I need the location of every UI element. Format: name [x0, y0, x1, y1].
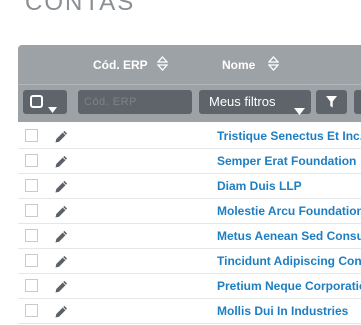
row-checkbox[interactable]: [25, 229, 38, 242]
chevron-down-icon: [48, 100, 57, 118]
table-row: Tristique Senectus Et Inc.: [18, 124, 361, 149]
sort-icon[interactable]: [268, 56, 279, 71]
row-checkbox[interactable]: [25, 254, 38, 267]
erp-filter-input[interactable]: Cód. ERP: [78, 90, 192, 114]
filter-button[interactable]: [316, 90, 347, 114]
account-name-link[interactable]: Tincidunt Adipiscing Consu: [217, 254, 361, 268]
table-row: Mollis Dui In Industries: [18, 299, 361, 324]
funnel-icon: [326, 96, 337, 108]
row-checkbox[interactable]: [25, 154, 38, 167]
table-row: Pretium Neque Corporation: [18, 274, 361, 299]
table-row: Molestie Arcu Foundation: [18, 199, 361, 224]
chevron-down-icon: [294, 99, 305, 123]
pencil-icon[interactable]: [55, 205, 68, 223]
table-row: Metus Aenean Sed Consult: [18, 224, 361, 249]
meus-filtros-label: Meus filtros: [209, 94, 276, 109]
pencil-icon[interactable]: [55, 180, 68, 198]
account-name-link[interactable]: Metus Aenean Sed Consult: [217, 229, 361, 243]
pencil-icon[interactable]: [55, 255, 68, 273]
grid-header: Cód. ERP Nome: [18, 45, 361, 84]
account-name-link[interactable]: Pretium Neque Corporation: [217, 279, 361, 293]
row-checkbox[interactable]: [25, 304, 38, 317]
row-checkbox[interactable]: [25, 129, 38, 142]
table-row: Diam Duis LLP: [18, 174, 361, 199]
accounts-grid: Cód. ERP Nome Cód. ERP Meus filtros Tris…: [18, 45, 361, 325]
table-row: Tincidunt Adipiscing Consu: [18, 249, 361, 274]
pencil-icon[interactable]: [55, 230, 68, 248]
column-header-erp[interactable]: Cód. ERP: [93, 58, 148, 72]
more-button[interactable]: [354, 90, 361, 114]
sort-icon[interactable]: [157, 56, 168, 71]
checkbox-icon: [30, 95, 43, 108]
row-checkbox[interactable]: [25, 204, 38, 217]
select-all-dropdown[interactable]: [23, 90, 67, 114]
meus-filtros-dropdown[interactable]: Meus filtros: [199, 90, 311, 115]
pencil-icon[interactable]: [55, 305, 68, 323]
account-name-link[interactable]: Semper Erat Foundation: [217, 154, 356, 168]
account-name-link[interactable]: Diam Duis LLP: [217, 179, 302, 193]
row-checkbox[interactable]: [25, 279, 38, 292]
row-checkbox[interactable]: [25, 179, 38, 192]
pencil-icon[interactable]: [55, 280, 68, 298]
pencil-icon[interactable]: [55, 130, 68, 148]
page-title: CONTAS: [25, 0, 136, 16]
pencil-icon[interactable]: [55, 155, 68, 173]
account-name-link[interactable]: Molestie Arcu Foundation: [217, 204, 361, 218]
column-header-name[interactable]: Nome: [222, 58, 255, 72]
account-name-link[interactable]: Tristique Senectus Et Inc.: [217, 129, 361, 143]
account-name-link[interactable]: Mollis Dui In Industries: [217, 304, 348, 318]
table-row: Semper Erat Foundation: [18, 149, 361, 174]
